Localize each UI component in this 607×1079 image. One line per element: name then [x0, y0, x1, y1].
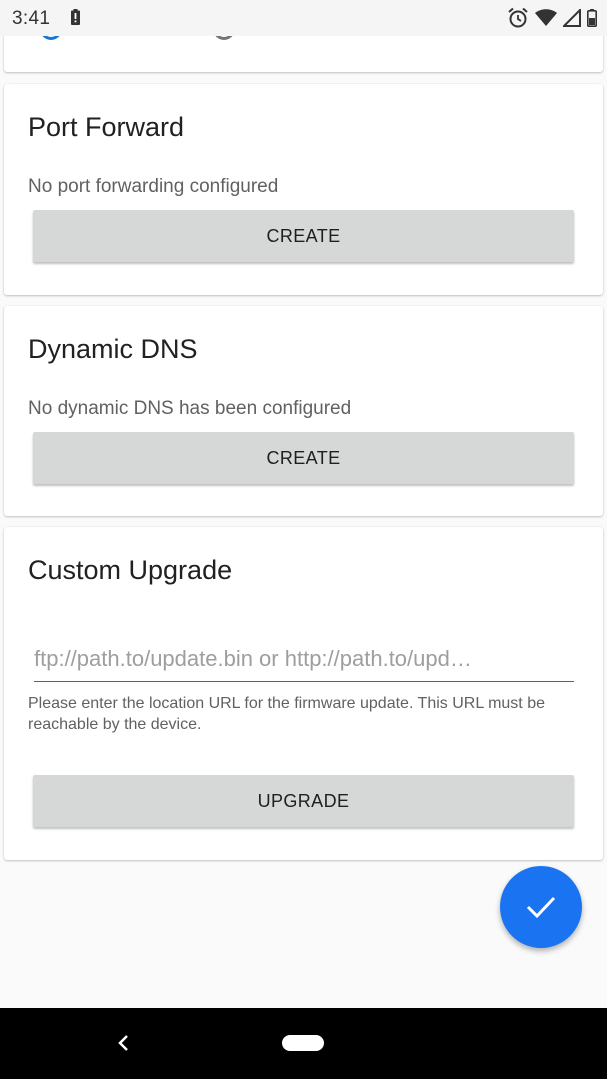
status-icons [507, 7, 597, 29]
save-fab-button[interactable] [500, 866, 582, 948]
port-forward-card: Port Forward No port forwarding configur… [4, 84, 603, 295]
status-bar: 3:41 [0, 0, 607, 36]
port-forward-create-button[interactable]: CREATE [33, 210, 574, 262]
dynamic-dns-title: Dynamic DNS [28, 334, 198, 364]
wifi-icon [535, 9, 557, 26]
alarm-icon [508, 7, 528, 28]
firmware-url-helper-text: Please enter the location URL for the fi… [28, 695, 545, 733]
port-forward-title: Port Forward [28, 112, 185, 142]
battery-alert-icon [71, 9, 80, 25]
cell-signal-icon [563, 9, 581, 27]
radio-button-checked[interactable] [40, 36, 62, 40]
check-icon [526, 896, 556, 919]
port-forward-description: No port forwarding configured [28, 176, 279, 197]
home-pill-icon[interactable] [282, 1035, 324, 1051]
status-time: 3:41 [12, 8, 51, 29]
back-icon[interactable] [114, 1032, 134, 1054]
previous-settings-card [4, 36, 603, 72]
radio-button-unchecked[interactable] [213, 36, 235, 40]
dynamic-dns-description: No dynamic DNS has been configured [28, 398, 352, 419]
custom-upgrade-card: Custom Upgrade Please enter the location… [4, 527, 603, 860]
settings-content[interactable]: Port Forward No port forwarding configur… [0, 36, 607, 1008]
battery-icon [587, 9, 597, 27]
dynamic-dns-card: Dynamic DNS No dynamic DNS has been conf… [4, 306, 603, 516]
navigation-bar [0, 1008, 607, 1079]
custom-upgrade-title: Custom Upgrade [28, 555, 233, 585]
upgrade-button[interactable]: UPGRADE [33, 775, 574, 827]
firmware-url-input[interactable] [34, 641, 574, 682]
dynamic-dns-create-button[interactable]: CREATE [33, 432, 574, 484]
